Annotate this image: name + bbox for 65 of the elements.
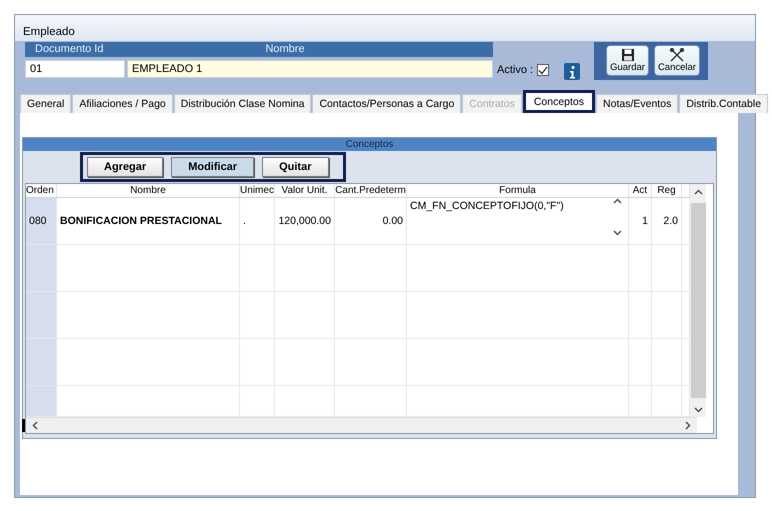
table-cell bbox=[26, 245, 57, 292]
table-cell bbox=[275, 339, 335, 386]
table-cell bbox=[335, 292, 407, 339]
table-cell bbox=[275, 292, 335, 339]
table-cell: BONIFICACION PRESTACIONAL bbox=[57, 198, 240, 245]
table-cell: CM_FN_CONCEPTOFIJO(0,"F") bbox=[407, 198, 613, 245]
table-cell: 2.0 bbox=[652, 198, 682, 245]
table-cell bbox=[26, 339, 57, 386]
tab[interactable]: General bbox=[20, 94, 72, 113]
table-cell bbox=[629, 292, 652, 339]
table-cell bbox=[335, 339, 407, 386]
scroll-up-icon[interactable] bbox=[613, 198, 622, 204]
window-title: Empleado bbox=[23, 26, 75, 38]
table-cell: 080 bbox=[26, 198, 57, 245]
name-field[interactable]: EMPLEADO 1 bbox=[127, 60, 493, 78]
scroll-left-icon[interactable] bbox=[32, 421, 38, 430]
column-header: Formula bbox=[407, 184, 629, 198]
column-header: Valor Unit. bbox=[275, 184, 335, 198]
tab[interactable]: Conceptos bbox=[522, 90, 596, 113]
table-cell bbox=[629, 245, 652, 292]
table-cell: 120,000.00 bbox=[275, 198, 335, 245]
save-button[interactable]: Guardar bbox=[606, 45, 649, 76]
table-cell bbox=[335, 245, 407, 292]
table-cell: . bbox=[240, 198, 275, 245]
table-cell bbox=[240, 339, 275, 386]
table-cell bbox=[652, 292, 682, 339]
table-cell bbox=[629, 339, 652, 386]
table-cell bbox=[240, 292, 275, 339]
column-header: Unimec bbox=[240, 184, 275, 198]
column-header: Act bbox=[629, 184, 652, 198]
toolbar-button[interactable]: Quitar bbox=[262, 157, 328, 177]
toolbar-button[interactable]: Modificar bbox=[171, 157, 254, 177]
column-header: Nombre bbox=[57, 184, 240, 198]
tab[interactable]: Afiliaciones / Pago bbox=[72, 94, 173, 113]
field-label: Documento Id bbox=[34, 42, 104, 57]
table-cell bbox=[26, 386, 57, 417]
crossed-tools-icon bbox=[668, 48, 685, 62]
tab[interactable]: Distribución Clase Nomina bbox=[174, 94, 312, 113]
scroll-down-icon[interactable] bbox=[613, 230, 622, 236]
field-label: Nombre bbox=[264, 42, 306, 57]
column-header: Reg bbox=[652, 184, 682, 198]
active-checkbox[interactable] bbox=[537, 64, 550, 76]
table-cell bbox=[275, 245, 335, 292]
document-id-field[interactable]: 01 bbox=[25, 60, 125, 78]
cancel-button[interactable]: Cancelar bbox=[654, 45, 700, 76]
info-icon[interactable] bbox=[564, 62, 580, 80]
tab[interactable]: Contactos/Personas a Cargo bbox=[312, 94, 462, 113]
scroll-up-icon[interactable] bbox=[694, 188, 702, 194]
tab[interactable]: Notas/Eventos bbox=[596, 94, 678, 113]
toolbar-button[interactable]: Agregar bbox=[87, 157, 164, 177]
table-cell: 1 bbox=[629, 198, 652, 245]
scroll-down-icon[interactable] bbox=[694, 406, 702, 412]
table-cell: 0.00 bbox=[335, 198, 407, 245]
table-cell bbox=[652, 245, 682, 292]
table-cell bbox=[613, 339, 629, 386]
table-cell bbox=[613, 292, 629, 339]
checkbox-label: Activo : bbox=[497, 64, 534, 76]
column-header: Cant.Predeterm bbox=[335, 184, 407, 198]
table-cell bbox=[240, 245, 275, 292]
panel-title: Conceptos bbox=[346, 139, 394, 150]
tab[interactable]: Distrib.Contable bbox=[679, 94, 768, 113]
table-cell bbox=[652, 339, 682, 386]
table-cell bbox=[26, 292, 57, 339]
scroll-right-icon[interactable] bbox=[685, 421, 691, 430]
vertical-scrollbar[interactable] bbox=[690, 184, 706, 417]
